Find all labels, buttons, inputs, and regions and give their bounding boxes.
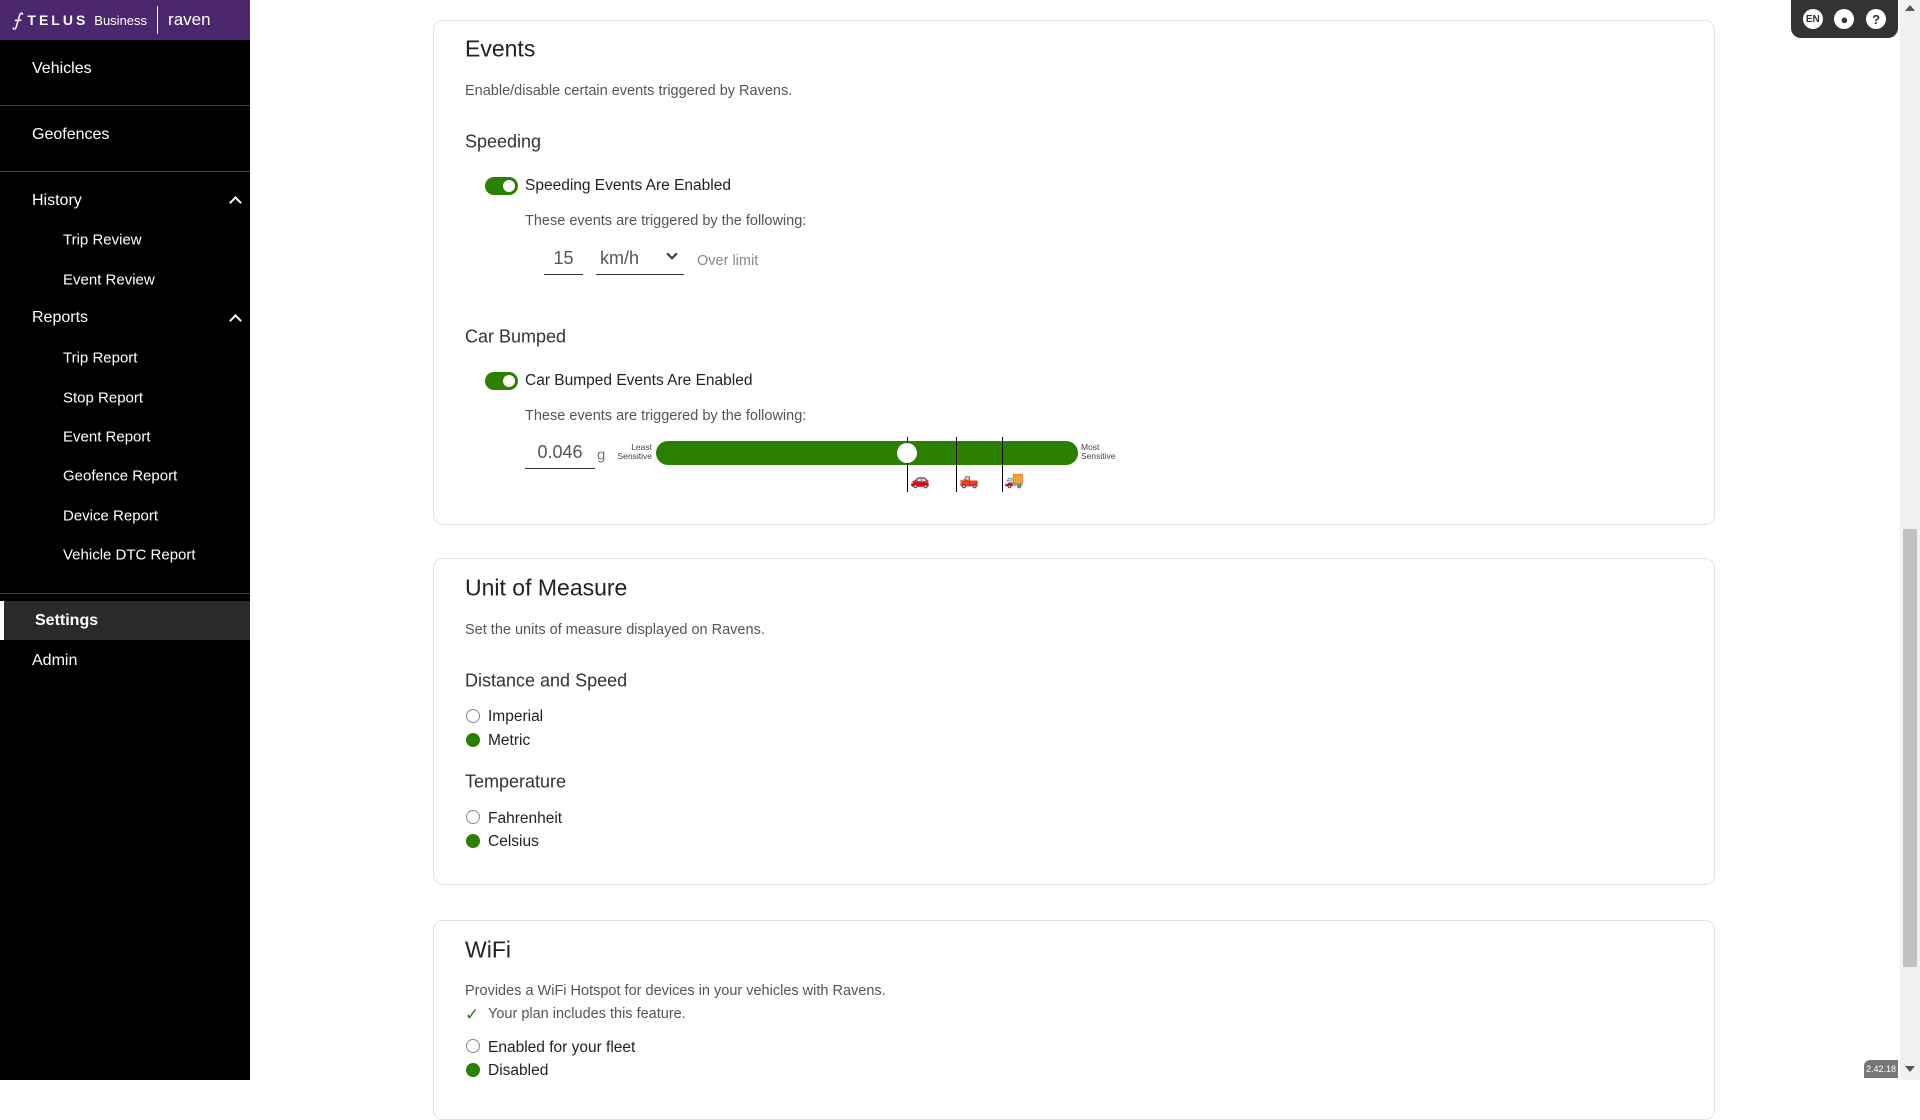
divider (0, 171, 250, 172)
chevron-up-icon[interactable] (229, 196, 242, 209)
fahrenheit-radio[interactable] (466, 810, 480, 824)
version-badge: 2.42.18 (1864, 1060, 1898, 1078)
car-bumped-toggle-label: Car Bumped Events Are Enabled (525, 372, 753, 389)
sidebar: ⨍ TELUS Business raven Vehicles Geofences… (0, 0, 250, 1080)
bump-unit-label: g (597, 446, 606, 464)
sidebar-item-vehicle-dtc-report[interactable]: Vehicle DTC Report (63, 547, 196, 564)
sidebar-item-stop-report[interactable]: Stop Report (63, 390, 143, 407)
wifi-description: Provides a WiFi Hotspot for devices in y… (465, 983, 886, 999)
wifi-plan-note: Your plan includes this feature. (488, 1006, 686, 1022)
telus-logo-icon: ⨍ (12, 9, 22, 30)
sidebar-item-trip-report[interactable]: Trip Report (63, 350, 137, 367)
sidebar-item-admin[interactable]: Admin (32, 652, 77, 670)
wifi-disabled-label: Disabled (488, 1062, 549, 1079)
wifi-title: WiFi (465, 936, 511, 963)
sidebar-item-trip-review[interactable]: Trip Review (63, 232, 142, 249)
truck-marker-line (1002, 437, 1003, 492)
car-bumped-toggle[interactable] (485, 372, 518, 390)
fahrenheit-label: Fahrenheit (488, 810, 563, 827)
sidebar-item-history[interactable]: History (32, 192, 82, 210)
sidebar-item-event-report[interactable]: Event Report (63, 429, 151, 446)
chevron-up-icon[interactable] (229, 314, 242, 327)
scroll-up-icon[interactable] (1905, 5, 1915, 11)
least-sensitive-label: Least Sensitive (617, 442, 653, 461)
celsius-label: Celsius (488, 833, 539, 850)
car-icon: 🚗 (910, 472, 930, 489)
sidebar-item-geofence-report[interactable]: Geofence Report (63, 468, 177, 485)
chevron-down-icon (666, 248, 678, 260)
wifi-disabled-radio[interactable] (466, 1063, 480, 1077)
top-actions: EN ● ? (1791, 0, 1898, 38)
check-icon: ✓ (465, 1005, 480, 1024)
sidebar-item-geofences[interactable]: Geofences (32, 126, 109, 144)
metric-label: Metric (488, 732, 531, 749)
sidebar-item-device-report[interactable]: Device Report (63, 508, 158, 525)
car-bumped-heading: Car Bumped (465, 326, 567, 347)
celsius-radio[interactable] (466, 834, 480, 848)
help-icon[interactable]: ? (1866, 9, 1887, 29)
over-limit-label: Over limit (697, 253, 759, 269)
speed-over-limit-input[interactable]: 15 (544, 243, 583, 275)
wifi-enabled-label: Enabled for your fleet (488, 1039, 636, 1056)
units-description: Set the units of measure displayed on Ra… (465, 622, 765, 638)
language-icon[interactable]: EN (1802, 9, 1823, 29)
speeding-trigger-text: These events are triggered by the follow… (525, 213, 807, 229)
scrollbar-thumb[interactable] (1903, 529, 1917, 967)
bump-threshold-input[interactable]: 0.046 (525, 437, 595, 469)
speed-unit-value: km/h (600, 248, 640, 268)
events-title: Events (465, 35, 536, 62)
speeding-heading: Speeding (465, 131, 542, 152)
pickup-truck-icon: 🛻 (959, 472, 979, 489)
wifi-enabled-radio[interactable] (466, 1039, 480, 1053)
sidebar-item-event-review[interactable]: Event Review (63, 272, 155, 289)
account-icon[interactable]: ● (1834, 9, 1855, 29)
sidebar-item-vehicles[interactable]: Vehicles (32, 60, 92, 78)
imperial-label: Imperial (488, 708, 544, 725)
sensitivity-slider-track[interactable] (656, 441, 1078, 465)
dump-truck-icon: 🚚 (1004, 472, 1024, 489)
divider (0, 593, 250, 594)
telus-raven-logo[interactable]: ⨍ TELUS Business raven (0, 0, 250, 40)
speeding-toggle[interactable] (485, 177, 518, 195)
units-title: Unit of Measure (465, 574, 628, 601)
temperature-heading: Temperature (465, 771, 567, 792)
imperial-radio[interactable] (466, 709, 480, 723)
car-bumped-trigger-text: These events are triggered by the follow… (525, 408, 807, 424)
sensitivity-slider-thumb[interactable] (896, 443, 917, 463)
pickup-marker-line (956, 437, 957, 492)
sidebar-item-settings-label[interactable]: Settings (35, 612, 98, 630)
sidebar-item-reports[interactable]: Reports (32, 309, 88, 327)
speed-unit-select[interactable]: km/h (596, 243, 684, 275)
divider (0, 105, 250, 106)
distance-heading: Distance and Speed (465, 670, 628, 691)
most-sensitive-label: Most Sensitive (1081, 442, 1116, 461)
scroll-down-icon[interactable] (1905, 1066, 1915, 1072)
metric-radio[interactable] (466, 733, 480, 747)
speeding-toggle-label: Speeding Events Are Enabled (525, 177, 731, 194)
unit-of-measure-card (433, 558, 1715, 885)
events-description: Enable/disable certain events triggered … (465, 83, 793, 99)
